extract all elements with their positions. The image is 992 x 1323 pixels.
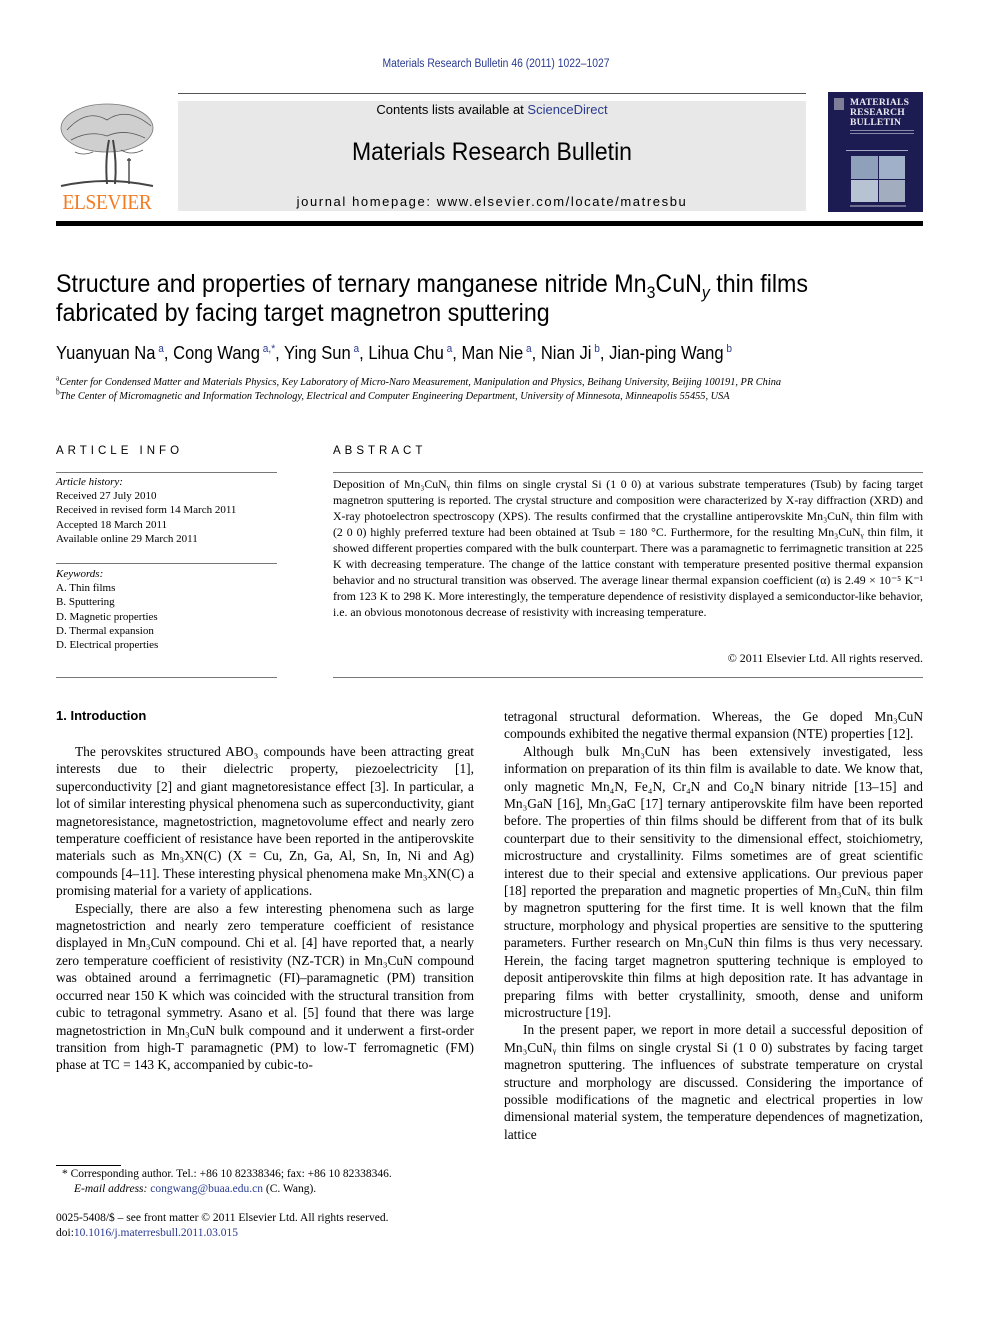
cover-subtitle <box>850 130 914 136</box>
affiliation-b: bThe Center of Micromagnetic and Informa… <box>56 388 902 402</box>
author-name: Yuanyuan Na <box>56 343 156 363</box>
author-list: Yuanyuan Na a, Cong Wang a,*, Ying Sun a… <box>56 343 733 363</box>
abstract-copyright: © 2011 Elsevier Ltd. All rights reserved… <box>727 651 923 665</box>
elsevier-wordmark: ELSEVIER <box>62 190 152 214</box>
cover-footer <box>850 205 906 207</box>
front-matter: 0025-5408/$ – see front matter © 2011 El… <box>56 1211 486 1241</box>
author-affiliation-marker[interactable]: a <box>444 343 453 355</box>
body-column-right: tetragonal structural deformation. Where… <box>504 708 923 1143</box>
keywords: Keywords: A. Thin films B. Sputtering D.… <box>56 567 277 652</box>
doi-link[interactable]: 10.1016/j.materresbull.2011.03.015 <box>74 1227 238 1239</box>
divider <box>56 472 277 473</box>
sciencedirect-link[interactable]: ScienceDirect <box>527 102 607 117</box>
elsevier-emblem-icon <box>834 98 844 110</box>
keyword-item: A. Thin films <box>56 582 116 595</box>
header-divider <box>178 93 806 94</box>
divider <box>333 472 923 473</box>
divider <box>56 563 277 564</box>
affiliation-text: Center for Condensed Matter and Material… <box>59 376 782 388</box>
cover-divider <box>846 150 908 151</box>
author-name: Man Nie <box>461 343 524 363</box>
footnote-rule <box>56 1165 121 1166</box>
body-column-left: The perovskites structured ABO₃ compound… <box>56 743 474 1074</box>
cover-title-line: BULLETIN <box>850 117 902 128</box>
body-paragraph: In the present paper, we report in more … <box>504 1022 923 1142</box>
contents-line: Contents lists available at ScienceDirec… <box>178 102 806 117</box>
section-heading-introduction: 1. Introduction <box>56 708 147 723</box>
keywords-heading: Keywords: <box>56 568 104 580</box>
author-affiliation-marker[interactable]: a <box>155 343 164 355</box>
author-name: Cong Wang <box>173 343 260 363</box>
history-item: Available online 29 March 2011 <box>56 532 198 545</box>
journal-citation-link[interactable]: Materials Research Bulletin 46 (2011) 10… <box>50 58 943 70</box>
article-info-caption: ARTICLE INFO <box>56 445 184 457</box>
elsevier-logo[interactable]: ELSEVIER <box>55 100 159 215</box>
contents-prefix: Contents lists available at <box>376 102 528 117</box>
abstract-text: Deposition of Mn₃CuNᵧ thin films on sing… <box>333 477 923 619</box>
issn-line: 0025-5408/$ – see front matter © 2011 El… <box>56 1212 389 1224</box>
doi-prefix: doi: <box>56 1227 74 1239</box>
body-paragraph: Especially, there are also a few interes… <box>56 900 474 1073</box>
affiliation-a: aCenter for Condensed Matter and Materia… <box>56 374 902 388</box>
author-name: Jian-ping Wang <box>609 343 724 363</box>
keyword-item: B. Sputtering <box>56 596 115 609</box>
abstract-caption: ABSTRACT <box>333 445 427 457</box>
email-suffix: (C. Wang). <box>263 1183 317 1195</box>
history-item: Accepted 18 March 2011 <box>56 518 168 531</box>
body-paragraph: tetragonal structural deformation. Where… <box>504 709 923 742</box>
title-text: CuN <box>655 270 702 298</box>
journal-homepage-link[interactable]: journal homepage: www.elsevier.com/locat… <box>178 194 806 209</box>
history-heading: Article history: <box>56 476 123 488</box>
author-affiliation-marker[interactable]: a <box>523 343 532 355</box>
body-paragraph: Although bulk Mn₃CuN has been extensivel… <box>504 743 923 1020</box>
cover-title: MATERIALS RESEARCH BULLETIN <box>850 98 909 128</box>
affiliation-text: The Center of Micromagnetic and Informat… <box>59 390 730 402</box>
author-name: Lihua Chu <box>368 343 444 363</box>
author-name: Nian Ji <box>540 343 592 363</box>
body-paragraph: The perovskites structured ABO₃ compound… <box>56 744 474 899</box>
header-thick-rule <box>56 221 923 226</box>
divider <box>56 677 277 678</box>
email-label: E-mail address: <box>74 1183 151 1195</box>
author-affiliation-marker[interactable]: a <box>351 343 359 355</box>
history-item: Received in revised form 14 March 2011 <box>56 504 237 517</box>
keyword-item: D. Electrical properties <box>56 639 159 652</box>
tree-emblem-icon <box>57 100 157 192</box>
keyword-item: D. Thermal expansion <box>56 624 154 637</box>
author-affiliation-marker[interactable]: b <box>724 343 732 355</box>
journal-title: Materials Research Bulletin <box>352 138 632 166</box>
title-subscript: 3 <box>646 283 656 302</box>
divider <box>333 677 923 678</box>
author-name: Ying Sun <box>284 343 351 363</box>
journal-cover-thumbnail[interactable]: MATERIALS RESEARCH BULLETIN <box>828 92 923 212</box>
article-history: Article history: Received 27 July 2010 R… <box>56 475 277 546</box>
title-subscript: y <box>701 283 710 302</box>
author-affiliation-marker[interactable]: b <box>591 343 600 355</box>
article-title: Structure and properties of ternary mang… <box>56 270 865 328</box>
title-text: Structure and properties of ternary mang… <box>56 270 647 298</box>
corresponding-author-footnote: * Corresponding author. Tel.: +86 10 823… <box>62 1167 482 1197</box>
history-item: Received 27 July 2010 <box>56 490 157 503</box>
author-affiliation-marker[interactable]: a,* <box>260 343 275 355</box>
corresponding-author-text: * Corresponding author. Tel.: +86 10 823… <box>62 1168 392 1180</box>
email-link[interactable]: congwang@buaa.edu.cn <box>150 1183 263 1195</box>
cover-micrographs <box>851 156 905 202</box>
keyword-item: D. Magnetic properties <box>56 610 158 623</box>
